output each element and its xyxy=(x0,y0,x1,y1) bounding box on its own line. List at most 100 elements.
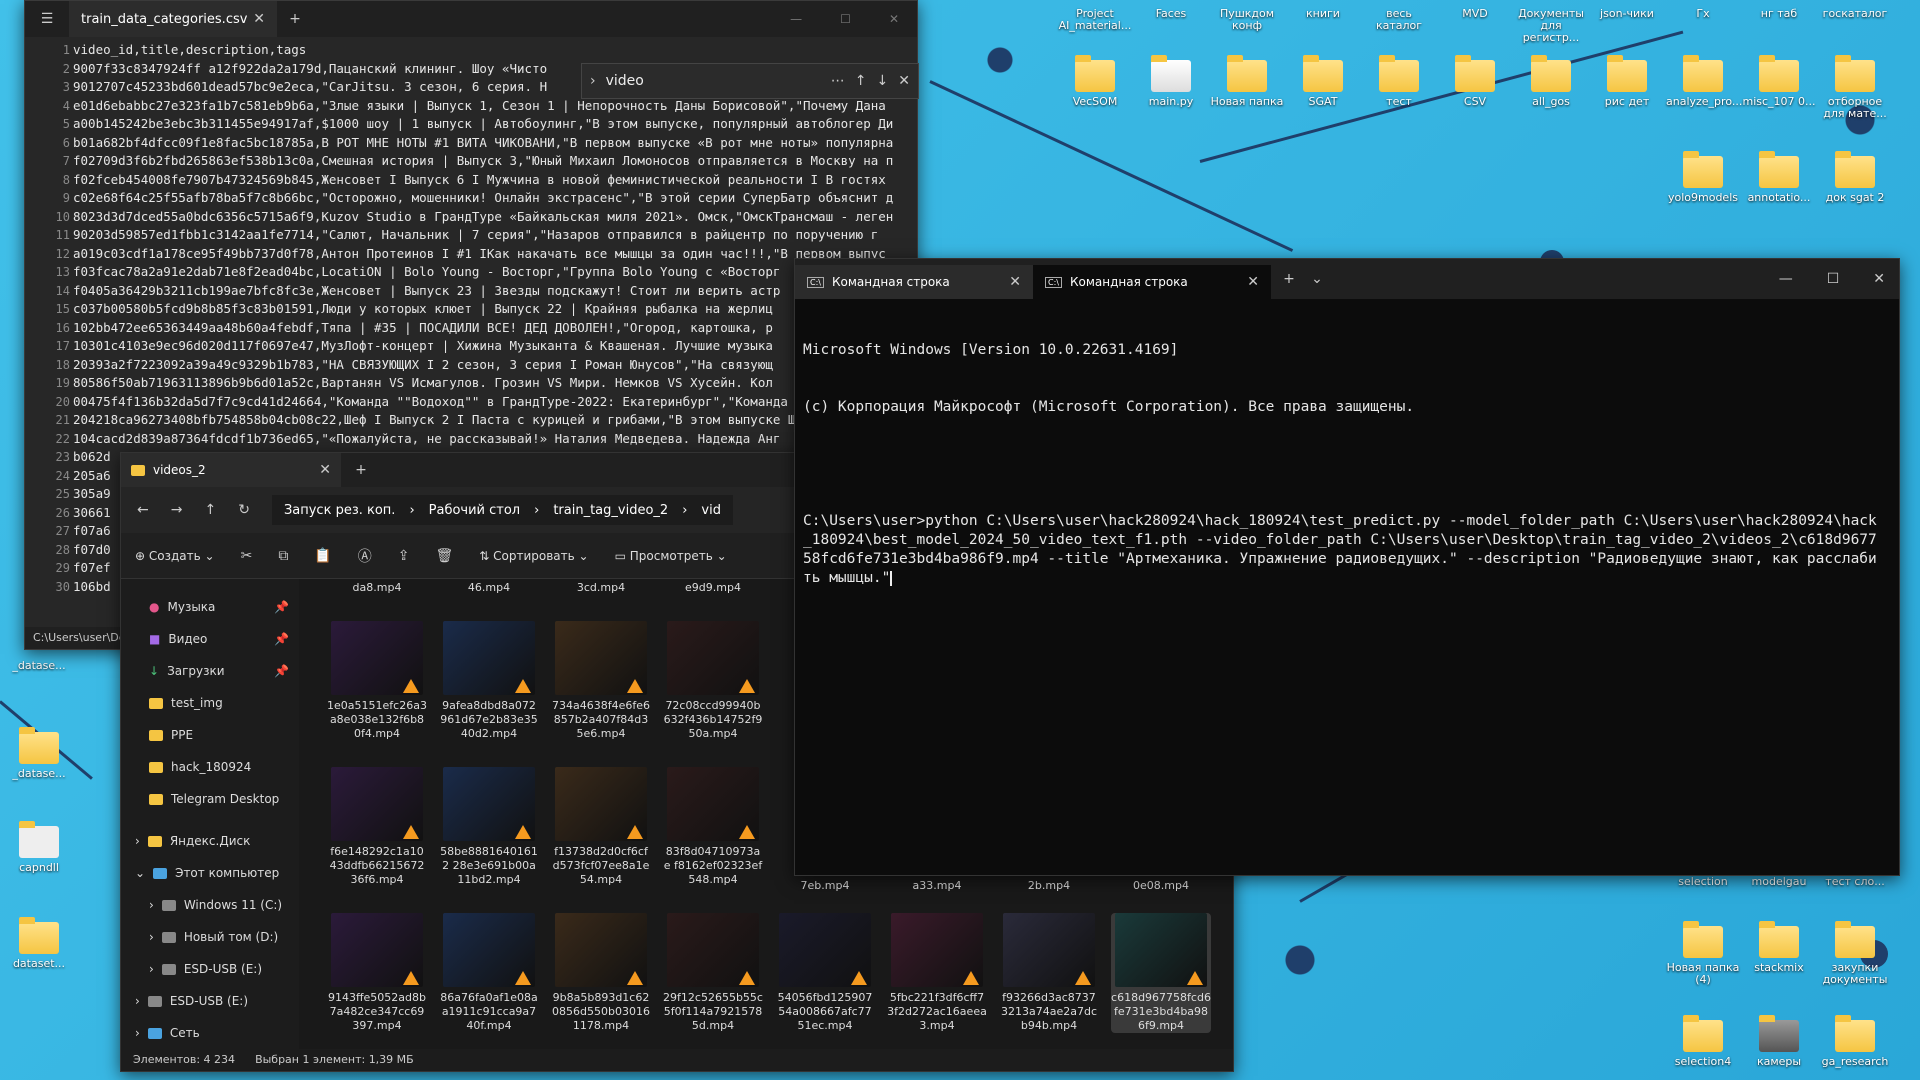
video-file[interactable]: 29f12c52655b55c5f0f114a79215785d.mp4 xyxy=(663,913,763,1033)
close-icon[interactable]: ✕ xyxy=(898,73,910,89)
nav-item[interactable]: ⌄ Этот компьютер xyxy=(121,857,299,889)
video-file[interactable]: 83f8d04710973ae f8162ef02323ef548.mp4 xyxy=(663,767,763,887)
desktop-folder[interactable]: закупки документы xyxy=(1818,921,1892,986)
desktop-folder[interactable]: selection4 xyxy=(1666,1015,1740,1068)
video-file[interactable]: 54056fbd12590754a008667afc7751ec.mp4 xyxy=(775,913,875,1033)
nav-item[interactable]: ● Музыка 📌 xyxy=(121,591,299,623)
add-tab-icon[interactable]: + xyxy=(341,462,381,478)
back-icon[interactable]: ← xyxy=(137,502,149,518)
desktop-folder[interactable]: Новая папка (4) xyxy=(1666,921,1740,986)
close-icon[interactable]: ✕ xyxy=(1873,271,1885,287)
desktop-label[interactable]: Project AI_material... xyxy=(1058,8,1132,32)
video-file[interactable]: e9d9.mp4 xyxy=(663,581,763,595)
close-icon[interactable]: ✕ xyxy=(1009,274,1021,290)
forward-icon[interactable]: → xyxy=(171,502,183,518)
terminal-tab[interactable]: C:\ Командная строка ✕ xyxy=(795,265,1033,299)
close-icon[interactable]: ✕ xyxy=(1247,274,1259,290)
chevron-right-icon[interactable]: › xyxy=(590,73,596,89)
desktop-folder[interactable]: камеры xyxy=(1742,1015,1816,1068)
desktop-folder[interactable]: SGAT xyxy=(1286,55,1360,108)
desktop-label[interactable]: Пушкдом конф xyxy=(1210,8,1284,32)
breadcrumb-item[interactable]: vid xyxy=(701,503,721,518)
delete-icon[interactable]: 🗑 xyxy=(435,548,453,564)
sort-button[interactable]: ⇅ Сортировать ⌄ xyxy=(479,549,588,563)
desktop-label[interactable]: _datase... xyxy=(4,660,74,672)
more-icon[interactable]: ⋯ xyxy=(831,73,845,89)
share-icon[interactable]: ⇪ xyxy=(398,548,410,564)
desktop-label[interactable]: Документы для регистр... xyxy=(1514,8,1588,44)
add-tab-icon[interactable]: + xyxy=(1271,271,1307,287)
nav-item[interactable]: test_img xyxy=(121,687,299,719)
paste-icon[interactable]: 📋 xyxy=(314,548,331,564)
desktop-label[interactable]: Гх xyxy=(1666,8,1740,20)
video-file[interactable]: 0e08.mp4 xyxy=(1111,879,1211,893)
terminal-tab-active[interactable]: C:\ Командная строка ✕ xyxy=(1033,265,1271,299)
video-file[interactable]: f93266d3ac87373213a74ae2a7dcb94b.mp4 xyxy=(999,913,1099,1033)
menu-icon[interactable]: ☰ xyxy=(25,11,69,27)
desktop-label[interactable]: весь каталог xyxy=(1362,8,1436,32)
nav-item[interactable]: ↓ Загрузки 📌 xyxy=(121,655,299,687)
nav-item[interactable]: PPE xyxy=(121,719,299,751)
video-file[interactable]: 734a4638f4e6fe6857b2a407f84d35e6.mp4 xyxy=(551,621,651,741)
video-file[interactable]: 46.mp4 xyxy=(439,581,539,595)
minimize-icon[interactable]: — xyxy=(790,12,802,26)
desktop-folder[interactable]: _datase... xyxy=(4,727,74,780)
desktop-label[interactable]: госкаталог xyxy=(1818,8,1892,20)
desktop-file[interactable]: main.py xyxy=(1134,55,1208,108)
minimize-icon[interactable]: — xyxy=(1779,271,1793,287)
close-icon[interactable]: ✕ xyxy=(319,462,331,478)
breadcrumb-item[interactable]: Запуск рез. коп. xyxy=(284,503,396,518)
video-file[interactable]: 9afea8dbd8a072961d67e2b83e3540d2.mp4 xyxy=(439,621,539,741)
desktop-label[interactable]: тест сло... xyxy=(1818,876,1892,888)
video-file[interactable]: 2b.mp4 xyxy=(999,879,1099,893)
nav-item[interactable]: › ESD-USB (E:) xyxy=(121,953,299,985)
video-file[interactable]: 9143ffe5052ad8b7a482ce347cc69397.mp4 xyxy=(327,913,427,1033)
video-file[interactable]: da8.mp4 xyxy=(327,581,427,595)
desktop-label[interactable]: selection xyxy=(1666,876,1740,888)
nav-item[interactable]: › Новый том (D:) xyxy=(121,921,299,953)
video-file[interactable]: c618d967758fcd6fe731e3bd4ba986f9.mp4 xyxy=(1111,913,1211,1033)
view-button[interactable]: ▭ Просмотреть ⌄ xyxy=(615,549,727,563)
terminal-output[interactable]: Microsoft Windows [Version 10.0.22631.41… xyxy=(803,303,1885,626)
nav-item[interactable]: › ESD-USB (E:) xyxy=(121,985,299,1017)
breadcrumb[interactable]: Запуск рез. коп. › Рабочий стол › train_ta… xyxy=(271,495,733,525)
desktop-file[interactable]: capndll xyxy=(4,821,74,874)
refresh-icon[interactable]: ↻ xyxy=(238,502,250,518)
video-file[interactable]: f13738d2d0cf6cfd573fcf07ee8a1e54.mp4 xyxy=(551,767,651,887)
nav-item[interactable]: › Сеть xyxy=(121,1017,299,1049)
desktop-folder[interactable]: ga_research xyxy=(1818,1015,1892,1068)
desktop-folder[interactable]: annotatio... xyxy=(1742,151,1816,204)
desktop-folder[interactable]: VecSOM xyxy=(1058,55,1132,108)
desktop-label[interactable]: нг таб xyxy=(1742,8,1816,20)
up-icon[interactable]: ↑ xyxy=(204,502,216,518)
desktop-folder[interactable]: отборное для мате... xyxy=(1818,55,1892,120)
close-icon[interactable]: ✕ xyxy=(889,12,899,26)
desktop-folder[interactable]: Новая папка xyxy=(1210,55,1284,108)
desktop-folder[interactable]: misc_107 0... xyxy=(1742,55,1816,108)
nav-item[interactable]: › Windows 11 (C:) xyxy=(121,889,299,921)
video-file[interactable]: 86a76fa0af1e08aa1911c91cca9a740f.mp4 xyxy=(439,913,539,1033)
add-tab-icon[interactable]: + xyxy=(277,11,313,27)
video-file[interactable]: 72c08ccd99940b632f436b14752f950a.mp4 xyxy=(663,621,763,741)
chevron-down-icon[interactable]: ⌄ xyxy=(1307,271,1327,287)
desktop-label[interactable]: modelgau xyxy=(1742,876,1816,888)
desktop-folder[interactable]: stackmix xyxy=(1742,921,1816,974)
desktop-label[interactable]: json-чики xyxy=(1590,8,1664,20)
desktop-folder[interactable]: yolo9models xyxy=(1666,151,1740,204)
rename-icon[interactable]: Ⓐ xyxy=(358,546,372,566)
desktop-folder[interactable]: dataset... xyxy=(4,917,74,970)
close-icon[interactable]: ✕ xyxy=(253,11,265,27)
desktop-label[interactable]: Faces xyxy=(1134,8,1208,20)
arrow-down-icon[interactable]: ↓ xyxy=(877,73,889,89)
video-file[interactable]: a33.mp4 xyxy=(887,879,987,893)
nav-item[interactable]: hack_180924 xyxy=(121,751,299,783)
breadcrumb-item[interactable]: Рабочий стол xyxy=(429,503,520,518)
desktop-label[interactable]: MVD xyxy=(1438,8,1512,20)
video-file[interactable]: 7eb.mp4 xyxy=(775,879,875,893)
notepad-tab[interactable]: train_data_categories.csv ✕ xyxy=(69,1,277,37)
arrow-up-icon[interactable]: ↑ xyxy=(855,73,867,89)
desktop-folder[interactable]: док sgat 2 xyxy=(1818,151,1892,204)
desktop-folder[interactable]: analyze_pro... xyxy=(1666,55,1742,108)
explorer-tab[interactable]: videos_2 ✕ xyxy=(121,453,341,487)
nav-item[interactable]: ■ Видео 📌 xyxy=(121,623,299,655)
